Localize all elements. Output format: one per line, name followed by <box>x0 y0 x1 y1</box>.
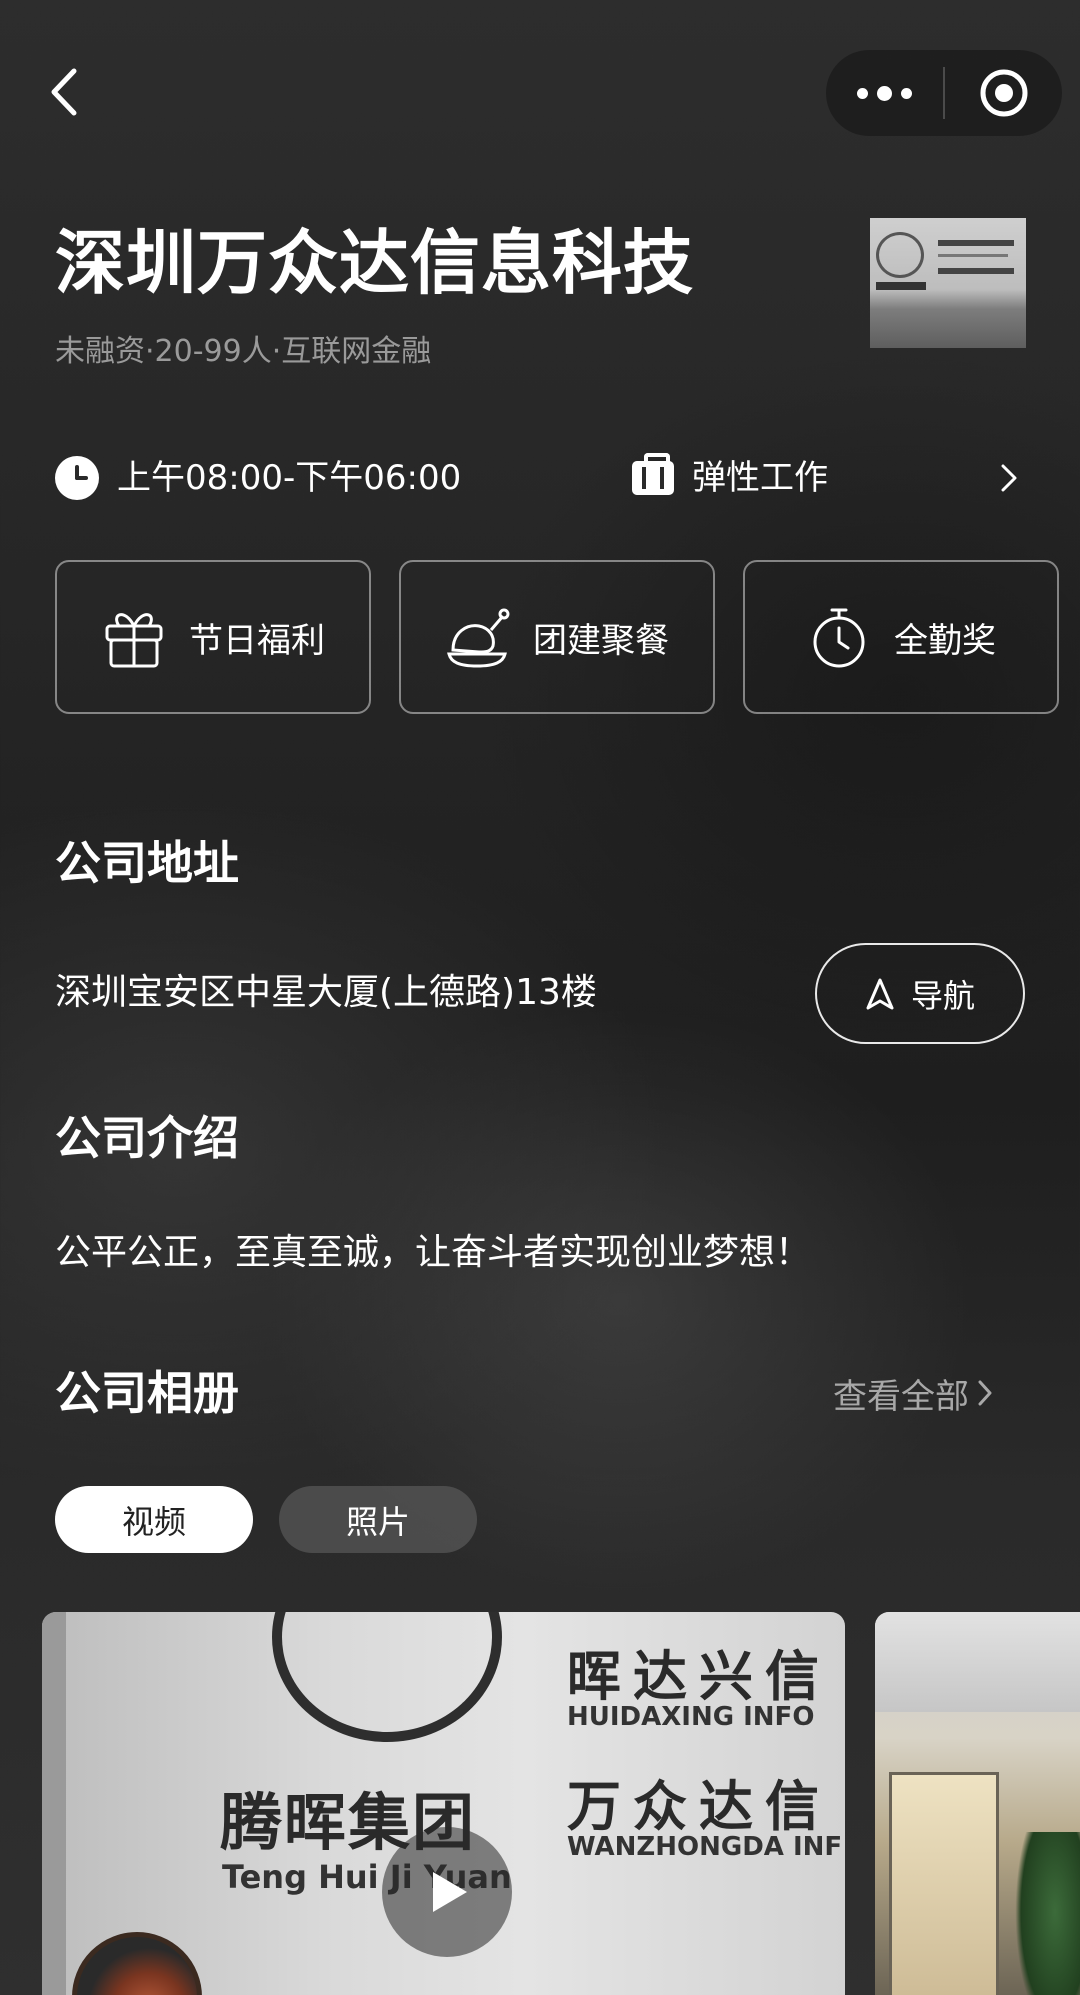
intro-section-title: 公司介绍 <box>55 1111 239 1165</box>
clock-icon <box>55 456 99 500</box>
company-address: 深圳宝安区中星大厦(上德路)13楼 <box>55 972 597 1013</box>
work-hours-row[interactable]: 上午08:00-下午06:00 弹性工作 <box>55 450 1025 506</box>
chevron-left-icon <box>51 68 77 116</box>
album-video-thumbnail[interactable]: 腾晖集团 Teng Hui Ji Yuan 晖达兴信 HUIDAXING INF… <box>42 1612 845 1995</box>
company1-name-en: HUIDAXING INFO <box>567 1702 815 1732</box>
company2-name-cn: 万众达信 <box>567 1775 831 1838</box>
chevron-right-icon <box>978 1380 992 1406</box>
navigate-label: 导航 <box>910 976 975 1015</box>
stopwatch-icon <box>813 608 865 668</box>
company2-name-en: WANZHONGDA INF <box>567 1832 843 1862</box>
close-button[interactable] <box>945 50 1062 136</box>
navigate-button[interactable]: 导航 <box>815 943 1025 1044</box>
roast-chicken-icon <box>447 608 510 668</box>
tab-video[interactable]: 视频 <box>55 1486 253 1553</box>
gift-icon <box>105 613 163 668</box>
company-intro: 公平公正，至真至诚，让奋斗者实现创业梦想！ <box>55 1232 812 1273</box>
target-circle-icon <box>980 69 1027 117</box>
address-section-title: 公司地址 <box>55 836 239 890</box>
work-mode: 弹性工作 <box>632 450 828 506</box>
more-button[interactable] <box>826 50 943 136</box>
view-all-label: 查看全部 <box>833 1376 969 1417</box>
company-meta: 未融资·20-99人·互联网金融 <box>55 334 432 369</box>
benefit-label: 全勤奖 <box>894 620 996 661</box>
benefit-label: 团建聚餐 <box>533 620 669 661</box>
company-logo[interactable] <box>870 218 1026 348</box>
work-mode-label: 弹性工作 <box>692 458 828 498</box>
benefit-card-team-dinner[interactable]: 团建聚餐 <box>399 560 715 714</box>
chevron-right-icon <box>1001 464 1017 492</box>
group-logo-mark <box>272 1612 502 1742</box>
more-dots-icon <box>857 87 868 99</box>
back-button[interactable] <box>50 62 94 122</box>
play-button[interactable] <box>382 1827 512 1957</box>
company-name: 深圳万众达信息科技 <box>55 222 694 304</box>
album-photo-thumbnail[interactable] <box>875 1612 1080 1995</box>
benefit-card-festival[interactable]: 节日福利 <box>55 560 371 714</box>
navigation-arrow-icon <box>866 978 894 1009</box>
play-icon <box>433 1872 467 1912</box>
benefit-label: 节日福利 <box>189 620 325 661</box>
mini-program-capsule <box>826 50 1062 136</box>
briefcase-icon <box>632 453 674 495</box>
company1-name-cn: 晖达兴信 <box>567 1645 831 1708</box>
tab-photo[interactable]: 照片 <box>279 1486 477 1553</box>
work-hours: 上午08:00-下午06:00 <box>117 458 462 498</box>
benefit-card-attendance[interactable]: 全勤奖 <box>743 560 1059 714</box>
view-all-link[interactable]: 查看全部 <box>833 1368 995 1418</box>
lamp-decoration <box>72 1932 202 1995</box>
album-section-title: 公司相册 <box>55 1366 239 1420</box>
